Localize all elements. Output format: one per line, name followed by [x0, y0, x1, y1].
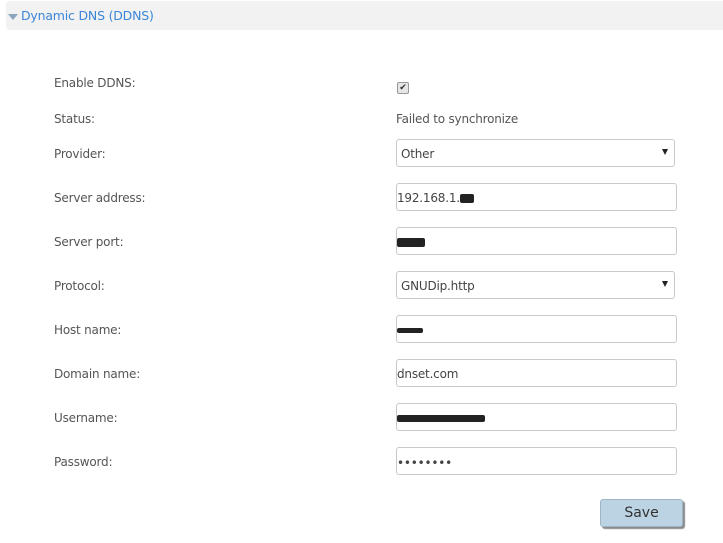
protocol-label: Protocol:	[54, 279, 105, 293]
username-input[interactable]	[396, 403, 677, 431]
host-name-value	[397, 323, 423, 337]
password-label: Password:	[54, 455, 113, 469]
domain-name-input[interactable]: dnset.com	[396, 359, 677, 387]
section-header-ddns[interactable]: Dynamic DNS (DDNS)	[6, 1, 723, 30]
protocol-select[interactable]: GNUDip.http	[396, 271, 675, 299]
redaction-mark	[397, 328, 423, 333]
server-port-label: Server port:	[54, 235, 124, 249]
username-value	[397, 411, 485, 425]
server-address-input[interactable]: 192.168.1.	[396, 183, 677, 211]
domain-name-label: Domain name:	[54, 367, 141, 381]
password-value: ••••••••	[397, 456, 453, 470]
section-title[interactable]: Dynamic DNS (DDNS)	[21, 8, 154, 23]
provider-label: Provider:	[54, 147, 106, 161]
protocol-value: GNUDip.http	[401, 279, 475, 293]
host-name-input[interactable]	[396, 315, 677, 343]
server-port-input[interactable]	[396, 227, 677, 255]
status-value: Failed to synchronize	[396, 112, 519, 126]
dropdown-arrow-icon	[662, 281, 668, 287]
redaction-mark	[397, 415, 485, 422]
enable-ddns-checkbox[interactable]: ✔	[397, 82, 409, 94]
enable-ddns-label: Enable DDNS:	[54, 76, 136, 90]
server-address-label: Server address:	[54, 191, 146, 205]
password-input[interactable]: ••••••••	[396, 447, 677, 475]
domain-name-value: dnset.com	[397, 367, 459, 381]
username-label: Username:	[54, 411, 118, 425]
host-name-label: Host name:	[54, 323, 122, 337]
dropdown-arrow-icon	[662, 149, 668, 155]
redaction-mark	[459, 194, 474, 203]
server-port-value	[397, 235, 425, 249]
redaction-mark	[397, 238, 425, 247]
collapse-triangle-icon[interactable]	[8, 14, 18, 20]
save-button[interactable]: Save	[600, 499, 683, 527]
provider-select[interactable]: Other	[396, 139, 675, 167]
server-address-value: 192.168.1.	[397, 191, 474, 205]
status-label: Status:	[54, 112, 95, 126]
checkmark-icon: ✔	[399, 83, 407, 93]
provider-value: Other	[401, 147, 435, 161]
